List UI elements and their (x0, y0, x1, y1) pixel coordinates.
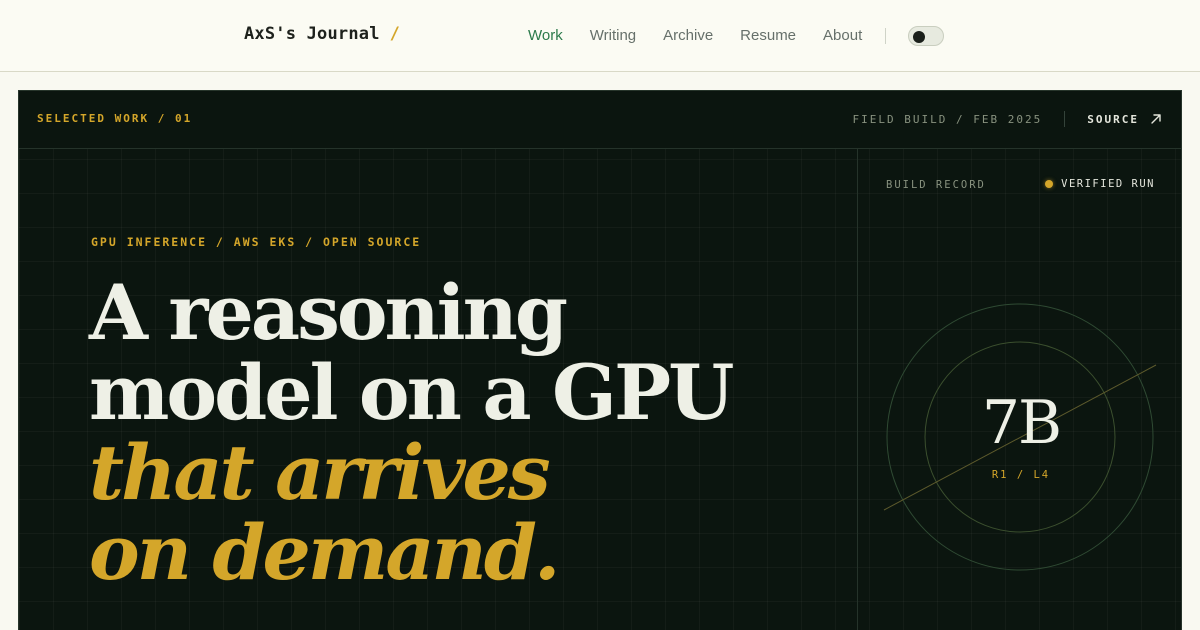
headline-line-1: A reasoning (89, 268, 568, 357)
headline-line-2: model on a GPU (89, 348, 734, 437)
nav-divider (885, 28, 887, 44)
site-brand[interactable]: AxS's Journal / (244, 24, 400, 44)
project-tags: GPU INFERENCE / AWS EKS / OPEN SOURCE (91, 235, 422, 249)
header-divider (1064, 111, 1066, 127)
nav-link-about[interactable]: About (823, 26, 862, 46)
brand-slash: / (389, 24, 401, 44)
theme-toggle[interactable] (908, 26, 945, 46)
top-navigation-bar: AxS's Journal / Work Writing Archive Resu… (0, 0, 1200, 72)
nav-link-writing[interactable]: Writing (590, 26, 636, 46)
nav-link-work[interactable]: Work (528, 26, 563, 46)
nav-link-resume[interactable]: Resume (740, 26, 796, 46)
featured-work-card[interactable]: SELECTED WORK / 01 FIELD BUILD / FEB 202… (18, 90, 1182, 630)
field-build-label: FIELD BUILD / FEB 2025 (852, 112, 1043, 126)
headline-line-4: on demand. (89, 508, 560, 597)
source-link[interactable]: SOURCE (1087, 112, 1163, 126)
arrow-up-right-icon (1151, 114, 1161, 124)
source-label: SOURCE (1087, 112, 1139, 126)
nav-link-archive[interactable]: Archive (663, 26, 713, 46)
card-header-meta: FIELD BUILD / FEB 2025 SOURCE (853, 110, 1163, 128)
card-header: SELECTED WORK / 01 FIELD BUILD / FEB 202… (19, 91, 1181, 149)
brand-name: AxS's Journal (244, 24, 380, 44)
main-nav: Work Writing Archive Resume About (528, 26, 945, 46)
model-size-value: 7B (981, 388, 1062, 458)
card-headline: A reasoning model on a GPU that arrives … (89, 273, 849, 593)
theme-toggle-icon (913, 31, 926, 43)
headline-line-3: that arrives (89, 428, 551, 517)
build-record-panel: BUILD RECORD VERIFIED RUN 7B R1 / L4 (857, 149, 1181, 630)
model-variant-label: R1 / L4 (991, 469, 1051, 481)
card-eyebrow: SELECTED WORK / 01 (37, 112, 193, 125)
